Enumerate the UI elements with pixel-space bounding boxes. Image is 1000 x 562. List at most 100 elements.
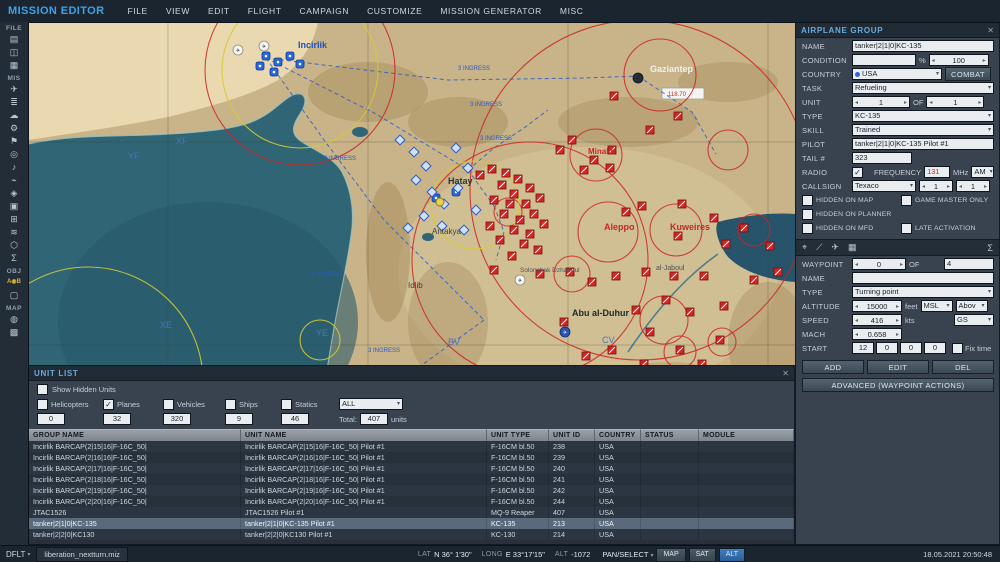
category-dropdown[interactable]: ALL bbox=[339, 398, 403, 410]
friendly-unit-icon[interactable] bbox=[285, 51, 295, 61]
hostile-unit-icon[interactable] bbox=[519, 239, 529, 249]
hostile-unit-icon[interactable] bbox=[487, 164, 497, 174]
column-header[interactable]: COUNTRY bbox=[595, 429, 641, 441]
radio-icon[interactable]: ⌁ bbox=[4, 175, 24, 186]
filter-checkbox-helicopters[interactable] bbox=[37, 398, 48, 410]
menu-misc[interactable]: MISC bbox=[551, 6, 593, 16]
column-header[interactable]: GROUP NAME bbox=[29, 429, 241, 441]
mach-stepper[interactable]: ◂ 0.658 ▸ bbox=[852, 328, 902, 340]
mission-file-tab[interactable]: liberation_nextturn.miz bbox=[36, 547, 128, 562]
hostile-unit-icon[interactable] bbox=[495, 235, 505, 245]
callsign-number-stepper[interactable]: ◂ 1 ▸ bbox=[919, 180, 953, 192]
map-texture-icon[interactable]: ▩ bbox=[4, 327, 24, 338]
hostile-unit-icon[interactable] bbox=[559, 317, 569, 327]
weather-icon[interactable]: ☁ bbox=[4, 110, 24, 121]
hostile-unit-icon[interactable] bbox=[521, 199, 531, 209]
hostile-unit-icon[interactable] bbox=[773, 267, 783, 277]
hostile-unit-icon[interactable] bbox=[489, 265, 499, 275]
del-waypoint-button[interactable]: DEL bbox=[932, 360, 994, 374]
hostile-unit-icon[interactable] bbox=[611, 271, 621, 281]
friendly-unit-icon[interactable] bbox=[295, 59, 305, 69]
hostile-unit-icon[interactable] bbox=[673, 231, 683, 241]
start-day-box[interactable]: 12 bbox=[852, 342, 874, 354]
hostile-unit-icon[interactable] bbox=[525, 183, 535, 193]
hostile-unit-icon[interactable] bbox=[641, 267, 651, 277]
late-activation-checkbox[interactable] bbox=[901, 222, 912, 234]
menu-flight[interactable]: FLIGHT bbox=[239, 6, 291, 16]
hostile-unit-icon[interactable] bbox=[497, 180, 507, 190]
edit-waypoint-button[interactable]: EDIT bbox=[867, 360, 929, 374]
hidden-on-planner-checkbox[interactable] bbox=[802, 208, 813, 220]
friendly-unit-icon[interactable] bbox=[269, 67, 279, 77]
hostile-unit-icon[interactable] bbox=[621, 207, 631, 217]
summary-mode-icon[interactable]: Σ bbox=[987, 243, 993, 253]
menu-edit[interactable]: EDIT bbox=[199, 6, 239, 16]
profile-dropdown[interactable]: DFLT ▾ bbox=[6, 550, 30, 559]
hostile-unit-icon[interactable] bbox=[489, 195, 499, 205]
country-dropdown[interactable]: USA bbox=[852, 68, 942, 80]
hostile-unit-icon[interactable] bbox=[739, 223, 749, 233]
sound-icon[interactable]: ♪ bbox=[4, 162, 24, 173]
hostile-unit-icon[interactable] bbox=[525, 229, 535, 239]
hostile-unit-icon[interactable] bbox=[581, 351, 591, 361]
unit-markers-icon[interactable]: A◉B bbox=[4, 277, 24, 288]
frequency-input[interactable]: 131 bbox=[924, 166, 950, 178]
route-mode-icon[interactable]: ⟋ bbox=[816, 242, 822, 253]
fix-time-checkbox[interactable] bbox=[952, 342, 963, 354]
hostile-unit-icon[interactable] bbox=[715, 335, 725, 345]
filter-checkbox-planes[interactable] bbox=[103, 398, 114, 410]
sat-mode-button[interactable]: SAT bbox=[688, 547, 716, 562]
aircraft-type-dropdown[interactable]: KC-135 bbox=[852, 110, 994, 122]
hostile-unit-icon[interactable] bbox=[513, 174, 523, 184]
waypoint-name-input[interactable] bbox=[852, 272, 994, 284]
close-icon[interactable]: ✕ bbox=[987, 26, 994, 35]
hostile-unit-icon[interactable] bbox=[505, 199, 515, 209]
table-row[interactable]: Incirlik BARCAP(2|18|16|F-16C_50| Incirli… bbox=[29, 474, 794, 485]
alt-mode-button[interactable]: ALT bbox=[718, 547, 746, 562]
speed-stepper[interactable]: ◂ 416 ▸ bbox=[852, 314, 902, 326]
menu-view[interactable]: VIEW bbox=[157, 6, 199, 16]
game-master-only-checkbox[interactable] bbox=[901, 194, 912, 206]
add-waypoint-button[interactable]: ADD bbox=[802, 360, 864, 374]
unit-count-stepper[interactable]: ◂ 1 ▸ bbox=[852, 96, 910, 108]
radio-checkbox[interactable] bbox=[852, 166, 863, 178]
open-mission-icon[interactable]: ◫ bbox=[4, 47, 24, 58]
hidden-on-map-checkbox[interactable] bbox=[802, 194, 813, 206]
table-row[interactable]: Incirlik BARCAP(2|20|16|F-16C_50| Incirli… bbox=[29, 496, 794, 507]
table-row[interactable]: JTAC1526 JTAC1526 Pilot #1 MQ-9 Reaper 407 U… bbox=[29, 507, 794, 518]
table-row[interactable]: tanker|2|1|0|KC-135 tanker|2|1|0|KC-135 P… bbox=[29, 518, 794, 529]
hostile-unit-icon[interactable] bbox=[669, 271, 679, 281]
callsign-flight-stepper[interactable]: ◂ 1 ▸ bbox=[956, 180, 990, 192]
airfield-icon[interactable]: ✈ bbox=[258, 40, 270, 52]
menu-customize[interactable]: CUSTOMIZE bbox=[358, 6, 431, 16]
task-dropdown[interactable]: Refueling bbox=[852, 82, 994, 94]
grid-icon[interactable]: ⊞ bbox=[4, 214, 24, 225]
hostile-unit-icon[interactable] bbox=[589, 155, 599, 165]
speed-mode-dropdown[interactable]: GS bbox=[954, 314, 994, 326]
menu-file[interactable]: FILE bbox=[118, 6, 156, 16]
friendly-unit-icon[interactable] bbox=[261, 51, 271, 61]
hostile-unit-icon[interactable] bbox=[539, 219, 549, 229]
triggers-icon[interactable]: ⚑ bbox=[4, 136, 24, 147]
waypoints-mode-icon[interactable]: ⌖ bbox=[802, 242, 807, 253]
hostile-unit-icon[interactable] bbox=[533, 245, 543, 255]
hostile-unit-icon[interactable] bbox=[661, 295, 671, 305]
hostile-unit-icon[interactable] bbox=[485, 221, 495, 231]
hostile-unit-icon[interactable] bbox=[607, 345, 617, 355]
hostile-unit-icon[interactable] bbox=[645, 327, 655, 337]
save-mission-icon[interactable]: ▦ bbox=[4, 60, 24, 71]
hostile-unit-icon[interactable] bbox=[749, 275, 759, 285]
templates-icon[interactable]: ▣ bbox=[4, 201, 24, 212]
advanced-waypoint-actions-button[interactable]: ADVANCED (WAYPOINT ACTIONS) bbox=[802, 378, 994, 392]
group-name-input[interactable]: tanker|2|1|0|KC-135 bbox=[852, 40, 994, 52]
hostile-unit-icon[interactable] bbox=[587, 277, 597, 287]
map-layers-icon[interactable]: ◍ bbox=[4, 314, 24, 325]
hostile-unit-icon[interactable] bbox=[675, 345, 685, 355]
hostile-unit-icon[interactable] bbox=[501, 168, 511, 178]
hostile-unit-icon[interactable] bbox=[677, 199, 687, 209]
table-row[interactable]: Incirlik BARCAP(2|15|16|F-16C_50| Incirli… bbox=[29, 441, 794, 452]
hostile-unit-icon[interactable] bbox=[685, 307, 695, 317]
static-object-icon[interactable]: ▢ bbox=[4, 290, 24, 301]
column-header[interactable]: MODULE bbox=[699, 429, 794, 441]
hostile-unit-icon[interactable] bbox=[567, 135, 577, 145]
